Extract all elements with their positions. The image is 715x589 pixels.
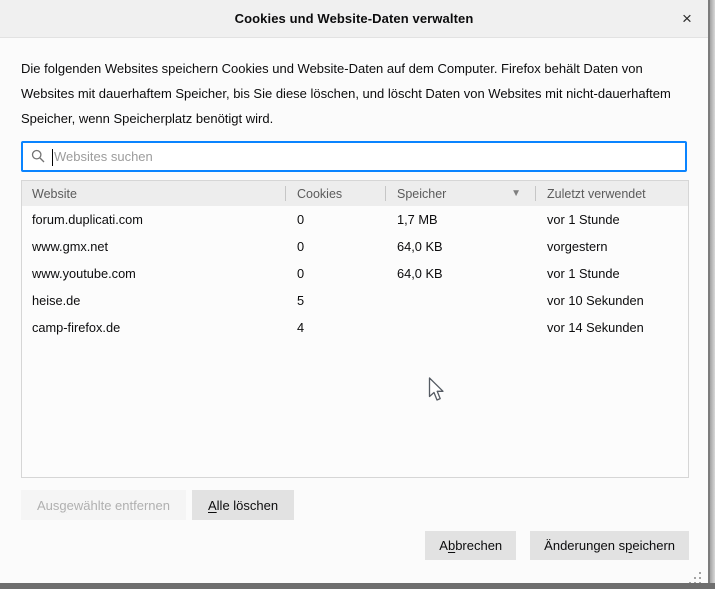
table-row[interactable]: forum.duplicati.com 0 1,7 MB vor 1 Stund… (22, 206, 688, 233)
window-edge-right (710, 0, 715, 583)
text-caret (52, 149, 53, 166)
site-data-table: Website Cookies Speicher ▼ Zuletzt verwe… (21, 180, 689, 478)
remove-all-button[interactable]: Alle löschen (192, 490, 294, 520)
manage-cookies-dialog: Cookies und Website-Daten verwalten × Di… (0, 0, 710, 583)
cell-website: heise.de (22, 287, 285, 314)
cell-website: forum.duplicati.com (22, 206, 285, 233)
cell-speicher (385, 314, 535, 341)
search-input[interactable] (23, 143, 685, 170)
cancel-button[interactable]: Abbrechen (425, 531, 516, 560)
column-header-website[interactable]: Website (22, 181, 285, 206)
cell-zuletzt-verwendet: vorgestern (535, 233, 688, 260)
table-row[interactable]: www.youtube.com 0 64,0 KB vor 1 Stunde (22, 260, 688, 287)
remove-selected-button[interactable]: Ausgewählte entfernen (21, 490, 186, 520)
cell-cookies: 0 (285, 260, 385, 287)
cell-zuletzt-verwendet: vor 1 Stunde (535, 206, 688, 233)
cell-cookies: 0 (285, 206, 385, 233)
table-row[interactable]: www.gmx.net 0 64,0 KB vorgestern (22, 233, 688, 260)
dialog-title: Cookies und Website-Daten verwalten (235, 11, 474, 26)
dialog-description: Die folgenden Websites speichern Cookies… (21, 56, 689, 131)
cell-speicher (385, 287, 535, 314)
close-button[interactable]: × (674, 6, 700, 32)
cell-speicher: 64,0 KB (385, 260, 535, 287)
cell-speicher: 1,7 MB (385, 206, 535, 233)
table-row[interactable]: heise.de 5 vor 10 Sekunden (22, 287, 688, 314)
cell-cookies: 4 (285, 314, 385, 341)
column-header-speicher[interactable]: Speicher ▼ (385, 181, 535, 206)
dialog-action-buttons: Abbrechen Änderungen speichern (425, 531, 689, 560)
cell-website: camp-firefox.de (22, 314, 285, 341)
search-box[interactable] (21, 141, 687, 172)
table-row[interactable]: camp-firefox.de 4 vor 14 Sekunden (22, 314, 688, 341)
cell-cookies: 5 (285, 287, 385, 314)
cell-speicher: 64,0 KB (385, 233, 535, 260)
cell-website: www.gmx.net (22, 233, 285, 260)
save-changes-button[interactable]: Änderungen speichern (530, 531, 689, 560)
list-action-buttons: Ausgewählte entfernen Alle löschen (21, 490, 687, 520)
close-icon: × (682, 10, 692, 27)
cell-zuletzt-verwendet: vor 10 Sekunden (535, 287, 688, 314)
dialog-body: Die folgenden Websites speichern Cookies… (0, 38, 708, 520)
sort-descending-icon: ▼ (511, 189, 521, 199)
cell-zuletzt-verwendet: vor 14 Sekunden (535, 314, 688, 341)
search-icon (31, 149, 45, 163)
column-header-zuletzt-verwendet[interactable]: Zuletzt verwendet (535, 181, 688, 206)
cell-cookies: 0 (285, 233, 385, 260)
cell-zuletzt-verwendet: vor 1 Stunde (535, 260, 688, 287)
cell-website: www.youtube.com (22, 260, 285, 287)
screen: Cookies und Website-Daten verwalten × Di… (0, 0, 715, 589)
table-header: Website Cookies Speicher ▼ Zuletzt verwe… (22, 181, 688, 206)
resize-grip-icon[interactable] (689, 572, 691, 574)
window-edge-bottom (0, 583, 715, 589)
column-header-cookies[interactable]: Cookies (285, 181, 385, 206)
dialog-titlebar: Cookies und Website-Daten verwalten × (0, 0, 708, 38)
